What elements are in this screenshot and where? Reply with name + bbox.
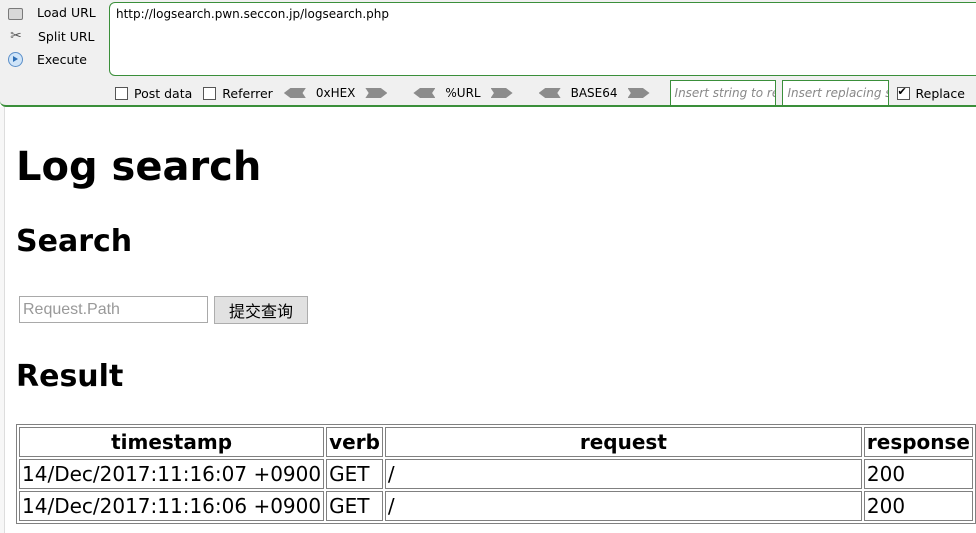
post-data-label: Post data bbox=[134, 85, 193, 101]
sidebar-edge bbox=[0, 107, 5, 533]
replace-checkbox[interactable]: Replace bbox=[896, 85, 965, 101]
cell-response: 200 bbox=[863, 459, 973, 489]
replace-with-input[interactable]: Insert replacing string bbox=[782, 80, 889, 106]
column-header-response: response bbox=[863, 427, 973, 457]
result-table: timestamp verb request response 14/Dec/2… bbox=[16, 424, 976, 524]
execute-label: Execute bbox=[37, 51, 87, 67]
load-url-icon bbox=[8, 7, 23, 20]
split-url-label: Split URL bbox=[38, 28, 95, 44]
post-data-checkbox[interactable]: Post data bbox=[115, 86, 192, 101]
load-url-label: Load URL bbox=[37, 4, 96, 20]
url-encode-arrow-icon[interactable] bbox=[490, 88, 513, 98]
cell-verb: GET bbox=[326, 459, 383, 489]
cell-request: / bbox=[384, 491, 862, 521]
cell-timestamp: 14/Dec/2017:11:16:06 +0900 bbox=[19, 491, 325, 521]
column-header-timestamp: timestamp bbox=[19, 427, 325, 457]
hex-label: 0xHEX bbox=[315, 86, 356, 100]
base64-label: BASE64 bbox=[570, 86, 618, 100]
scissors-icon: ✂ bbox=[10, 28, 22, 44]
referrer-check-box[interactable] bbox=[203, 86, 217, 100]
split-url-button[interactable]: ✂ Split URL bbox=[8, 26, 95, 46]
search-heading: Search bbox=[16, 224, 133, 259]
replace-find-input[interactable]: Insert string to replace bbox=[669, 80, 777, 106]
base64-encode-arrow-icon[interactable] bbox=[627, 88, 650, 98]
url-encoder: %URL bbox=[413, 86, 513, 100]
hackbar-toolbar: Load URL ✂ Split URL Execute http://logs… bbox=[0, 0, 976, 107]
referrer-checkbox[interactable]: Referrer bbox=[203, 86, 273, 101]
cell-timestamp: 14/Dec/2017:11:16:07 +0900 bbox=[19, 459, 325, 489]
base64-decode-arrow-icon[interactable] bbox=[538, 88, 561, 98]
execute-button[interactable]: Execute bbox=[8, 49, 87, 69]
hackbar-options: Post data Referrer 0xHEX %URL BASE64 Ins… bbox=[110, 80, 976, 106]
url-decode-arrow-icon[interactable] bbox=[413, 88, 436, 98]
submit-button[interactable]: 提交查询 bbox=[214, 296, 308, 324]
play-icon bbox=[8, 51, 23, 67]
table-header-row: timestamp verb request response bbox=[19, 427, 973, 457]
load-url-button[interactable]: Load URL bbox=[8, 2, 96, 22]
url-textarea[interactable]: http://logsearch.pwn.seccon.jp/logsearch… bbox=[109, 2, 976, 76]
column-header-request: request bbox=[384, 427, 862, 457]
hex-encoder: 0xHEX bbox=[283, 86, 388, 100]
cell-response: 200 bbox=[863, 491, 973, 521]
replace-label: Replace bbox=[915, 85, 965, 101]
hex-encode-arrow-icon[interactable] bbox=[365, 88, 388, 98]
base64-encoder: BASE64 bbox=[538, 86, 650, 100]
referrer-label: Referrer bbox=[222, 85, 273, 101]
cell-verb: GET bbox=[326, 491, 383, 521]
replace-check-box[interactable] bbox=[896, 85, 910, 100]
column-header-verb: verb bbox=[326, 427, 383, 457]
cell-request: / bbox=[384, 459, 862, 489]
result-heading: Result bbox=[16, 359, 124, 394]
table-row: 14/Dec/2017:11:16:06 +0900 GET / 200 bbox=[19, 491, 973, 521]
search-input[interactable]: Request.Path bbox=[19, 296, 208, 323]
hex-decode-arrow-icon[interactable] bbox=[283, 88, 306, 98]
table-row: 14/Dec/2017:11:16:07 +0900 GET / 200 bbox=[19, 459, 973, 489]
post-data-check-box[interactable] bbox=[115, 86, 128, 100]
page-title: Log search bbox=[16, 144, 262, 190]
hackbar-actions: Load URL ✂ Split URL Execute bbox=[0, 0, 108, 80]
url-encoding-label: %URL bbox=[445, 86, 481, 100]
